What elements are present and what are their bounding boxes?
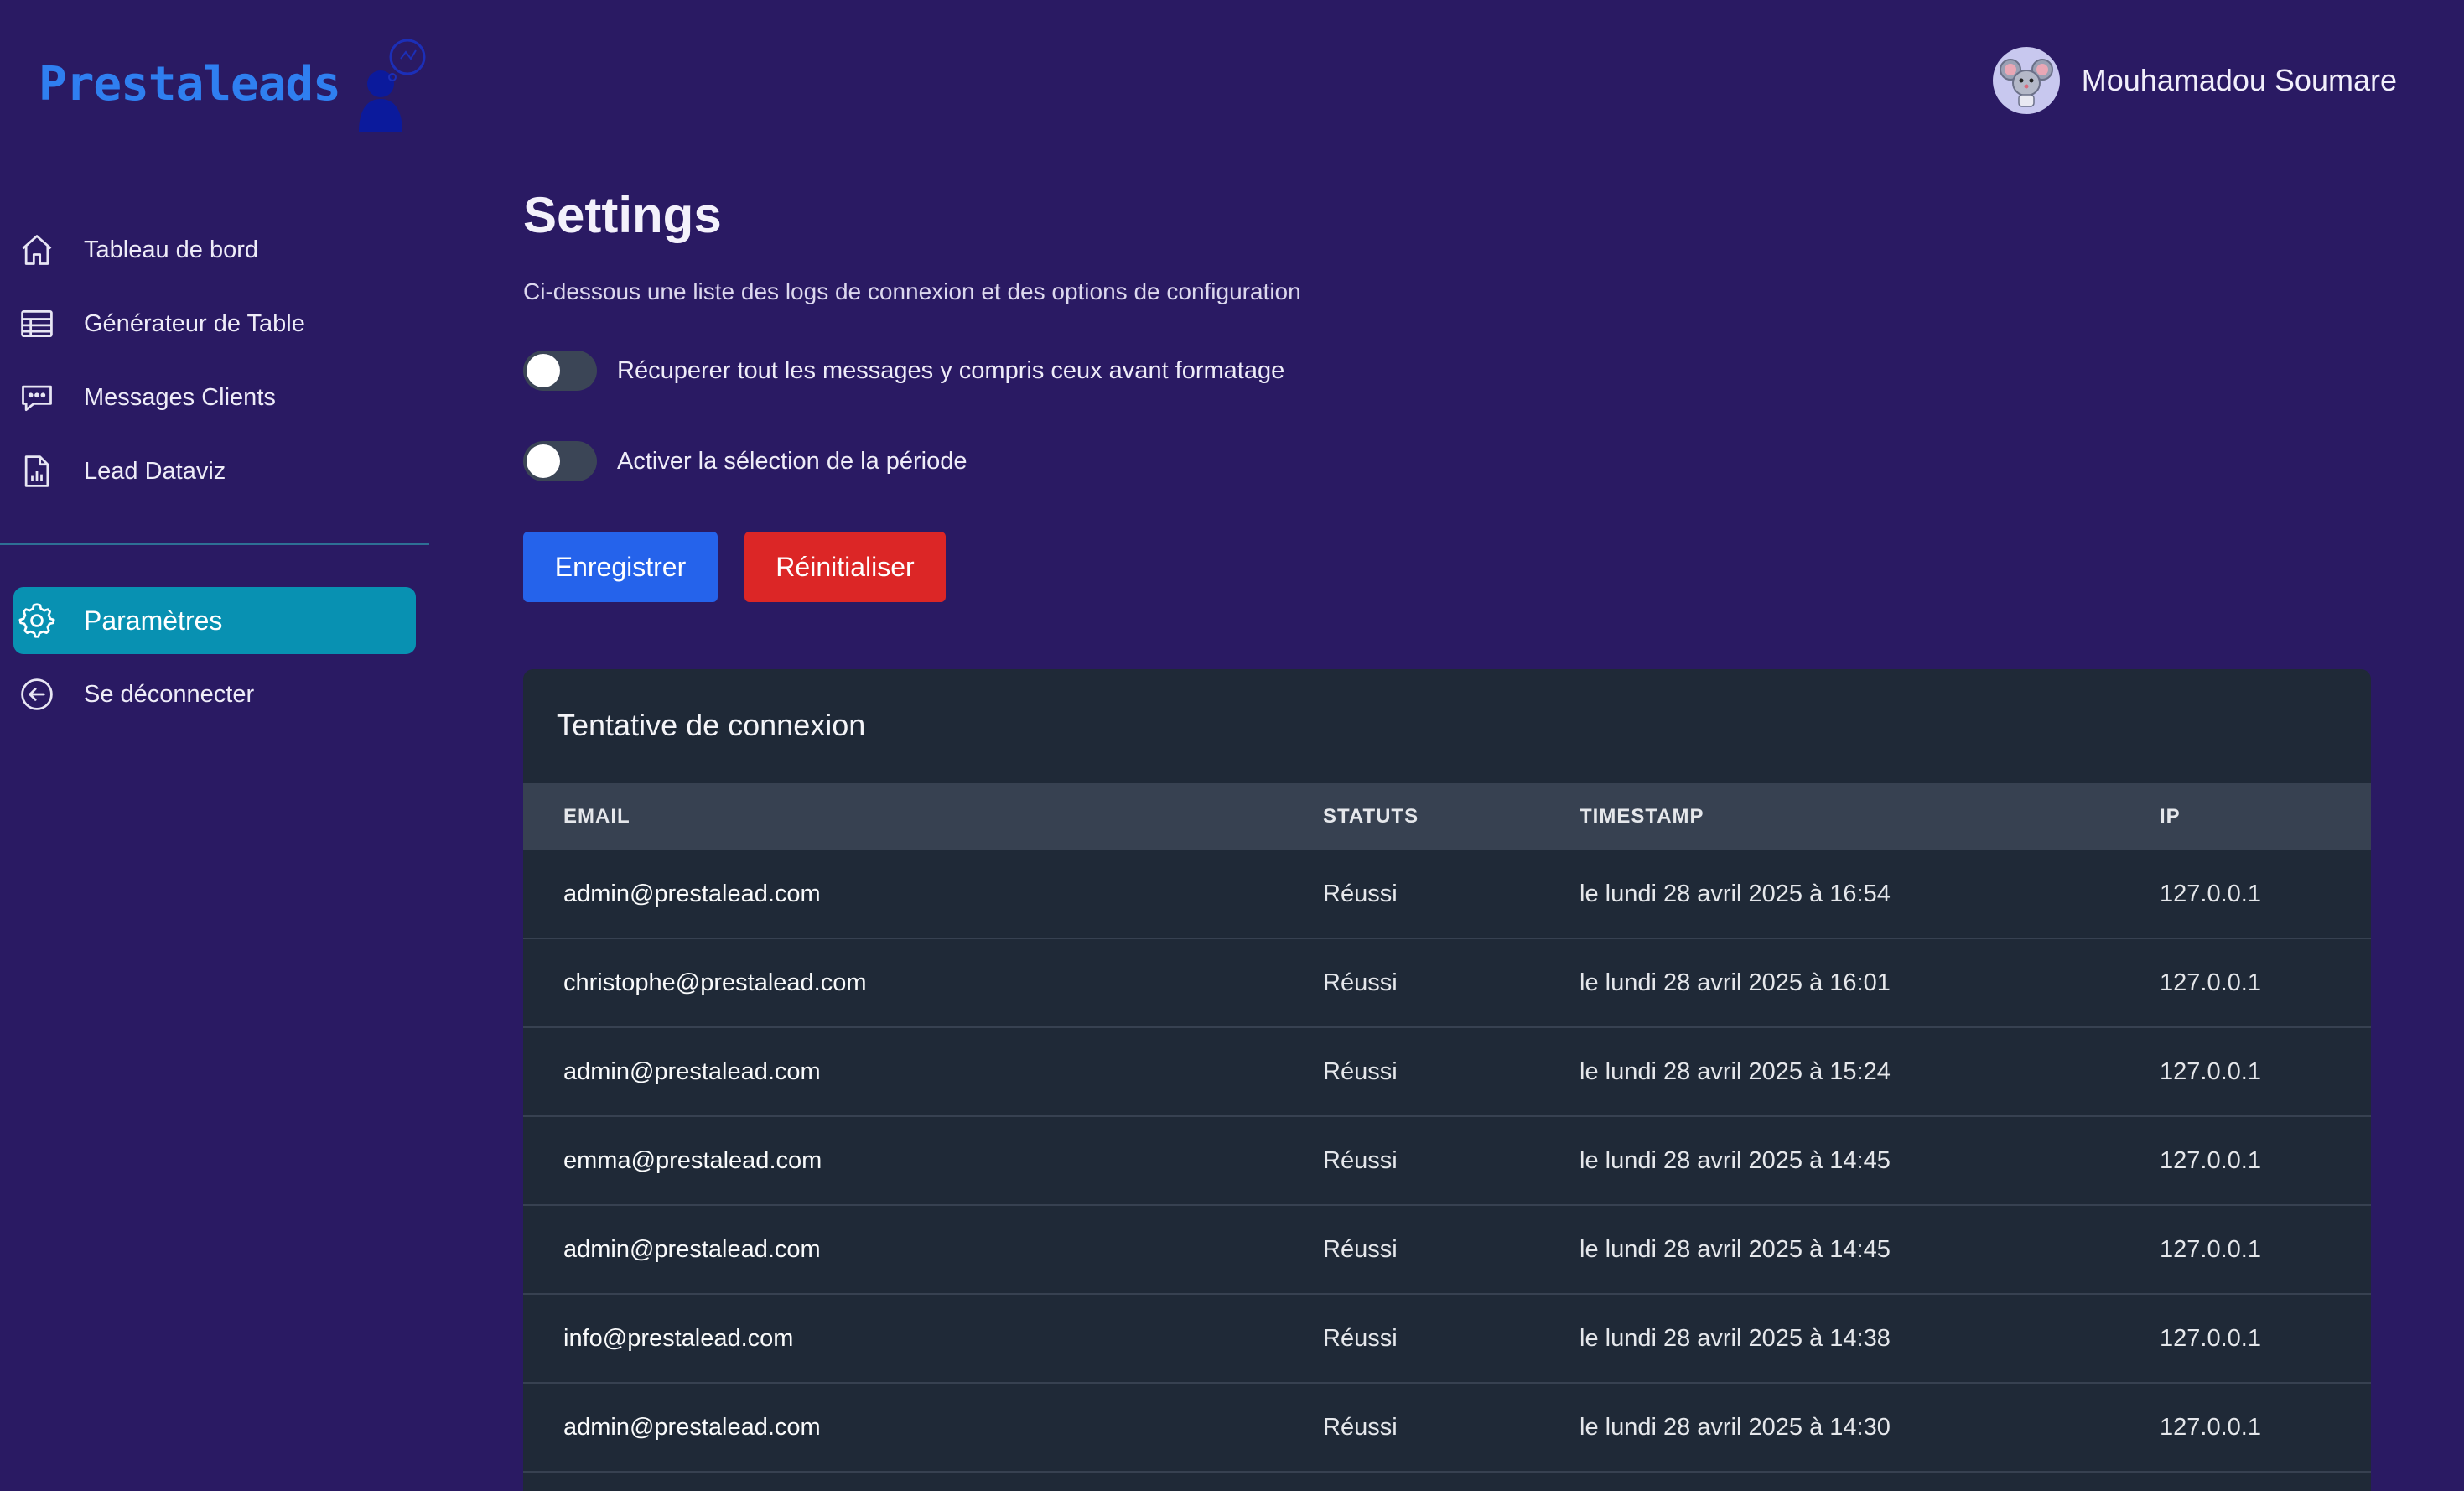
column-header-ip: IP <box>2160 805 2181 828</box>
sidebar-item-table-generator[interactable]: Générateur de Table <box>13 290 416 357</box>
option-fetch-all-messages: Récuperer tout les messages y compris ce… <box>523 351 1284 391</box>
sidebar-item-label: Se déconnecter <box>84 680 255 708</box>
document-chart-icon <box>3 438 70 505</box>
cell-email: admin@prestalead.com <box>563 1414 821 1441</box>
sidebar-divider <box>0 543 429 545</box>
cell-status: Réussi <box>1323 1414 1398 1441</box>
cell-status: Réussi <box>1323 881 1398 907</box>
sidebar-item-label: Tableau de bord <box>84 236 258 263</box>
gear-icon <box>3 587 70 654</box>
table-row: emma@prestalead.com Réussi le lundi 28 a… <box>523 1117 2371 1206</box>
cell-email: info@prestalead.com <box>563 1325 794 1352</box>
cell-email: admin@prestalead.com <box>563 1058 821 1085</box>
avatar <box>1992 47 2060 114</box>
table-row: admin@prestalead.com Réussi le lundi 28 … <box>523 850 2371 939</box>
sidebar-item-dashboard[interactable]: Tableau de bord <box>13 216 416 283</box>
table-row: christophe@prestalead.com Réussi le lund… <box>523 939 2371 1028</box>
sidebar-item-lead-dataviz[interactable]: Lead Dataviz <box>13 438 416 505</box>
sidebar-item-label: Messages Clients <box>84 383 276 411</box>
sidebar-item-label: Générateur de Table <box>84 309 305 337</box>
cell-status: Réussi <box>1323 1325 1398 1352</box>
cell-status: Réussi <box>1323 1058 1398 1085</box>
cell-ip: 127.0.0.1 <box>2160 1236 2261 1263</box>
toggle-label: Activer la sélection de la période <box>617 447 967 475</box>
page-title: Settings <box>523 187 722 243</box>
brand-name: Prestaleads <box>39 56 341 112</box>
table-header: EMAIL STATUTS TIMESTAMP IP <box>523 783 2371 850</box>
user-name: Mouhamadou Soumare <box>2081 63 2397 97</box>
sidebar-item-settings[interactable]: Paramètres <box>13 587 416 654</box>
card-title: Tentative de connexion <box>557 708 866 742</box>
sidebar-item-client-messages[interactable]: Messages Clients <box>13 364 416 431</box>
cell-timestamp: le lundi 28 avril 2025 à 15:24 <box>1580 1058 1891 1085</box>
cell-ip: 127.0.0.1 <box>2160 969 2261 996</box>
cell-ip: 127.0.0.1 <box>2160 881 2261 907</box>
cell-timestamp: le lundi 28 avril 2025 à 16:01 <box>1580 969 1891 996</box>
home-icon <box>3 216 70 283</box>
arrow-left-circle-icon <box>3 661 70 728</box>
cell-email: admin@prestalead.com <box>563 1236 821 1263</box>
user-menu[interactable]: Mouhamadou Soumare <box>1992 47 2397 114</box>
save-button[interactable]: Enregistrer <box>523 532 718 602</box>
page-subtitle: Ci-dessous une liste des logs de connexi… <box>523 278 1301 304</box>
sidebar-item-label: Lead Dataviz <box>84 457 226 485</box>
person-thinking-icon <box>358 39 426 132</box>
toggle-switch[interactable] <box>523 441 597 481</box>
cell-ip: 127.0.0.1 <box>2160 1147 2261 1174</box>
option-period-selection: Activer la sélection de la période <box>523 441 967 481</box>
cell-ip: 127.0.0.1 <box>2160 1414 2261 1441</box>
table-row: info@prestalead.com Réussi le lundi 28 a… <box>523 1295 2371 1384</box>
reset-button[interactable]: Réinitialiser <box>744 532 946 602</box>
login-attempts-card: Tentative de connexion EMAIL STATUTS TIM… <box>523 669 2371 1491</box>
brand-logo[interactable]: Prestaleads <box>39 34 431 134</box>
cell-timestamp: le lundi 28 avril 2025 à 16:54 <box>1580 881 1891 907</box>
cell-email: christophe@prestalead.com <box>563 969 867 996</box>
table-row: admin@prestalead.com Réussi le lundi 28 … <box>523 1206 2371 1295</box>
mouse-avatar-icon <box>1999 59 2053 107</box>
cell-timestamp: le lundi 28 avril 2025 à 14:38 <box>1580 1325 1891 1352</box>
toggle-knob <box>527 444 560 478</box>
column-header-status: STATUTS <box>1323 805 1419 828</box>
table-row: admin@prestalead.com Réussi le lundi 28 … <box>523 1384 2371 1473</box>
chat-icon <box>3 364 70 431</box>
cell-email: admin@prestalead.com <box>563 881 821 907</box>
toggle-label: Récuperer tout les messages y compris ce… <box>617 356 1285 384</box>
sidebar-item-label: Paramètres <box>84 605 223 636</box>
table-icon <box>3 290 70 357</box>
cell-email: emma@prestalead.com <box>563 1147 822 1174</box>
cell-status: Réussi <box>1323 1147 1398 1174</box>
column-header-email: EMAIL <box>563 805 630 828</box>
toggle-switch[interactable] <box>523 351 597 391</box>
cell-timestamp: le lundi 28 avril 2025 à 14:45 <box>1580 1236 1891 1263</box>
cell-ip: 127.0.0.1 <box>2160 1058 2261 1085</box>
table-row: admin@prestalead.com Réussi le lundi 28 … <box>523 1028 2371 1117</box>
cell-status: Réussi <box>1323 969 1398 996</box>
column-header-timestamp: TIMESTAMP <box>1580 805 1704 828</box>
toggle-knob <box>527 354 560 387</box>
cell-timestamp: le lundi 28 avril 2025 à 14:30 <box>1580 1414 1891 1441</box>
cell-status: Réussi <box>1323 1236 1398 1263</box>
cell-ip: 127.0.0.1 <box>2160 1325 2261 1352</box>
sidebar-item-logout[interactable]: Se déconnecter <box>13 661 416 728</box>
cell-timestamp: le lundi 28 avril 2025 à 14:45 <box>1580 1147 1891 1174</box>
